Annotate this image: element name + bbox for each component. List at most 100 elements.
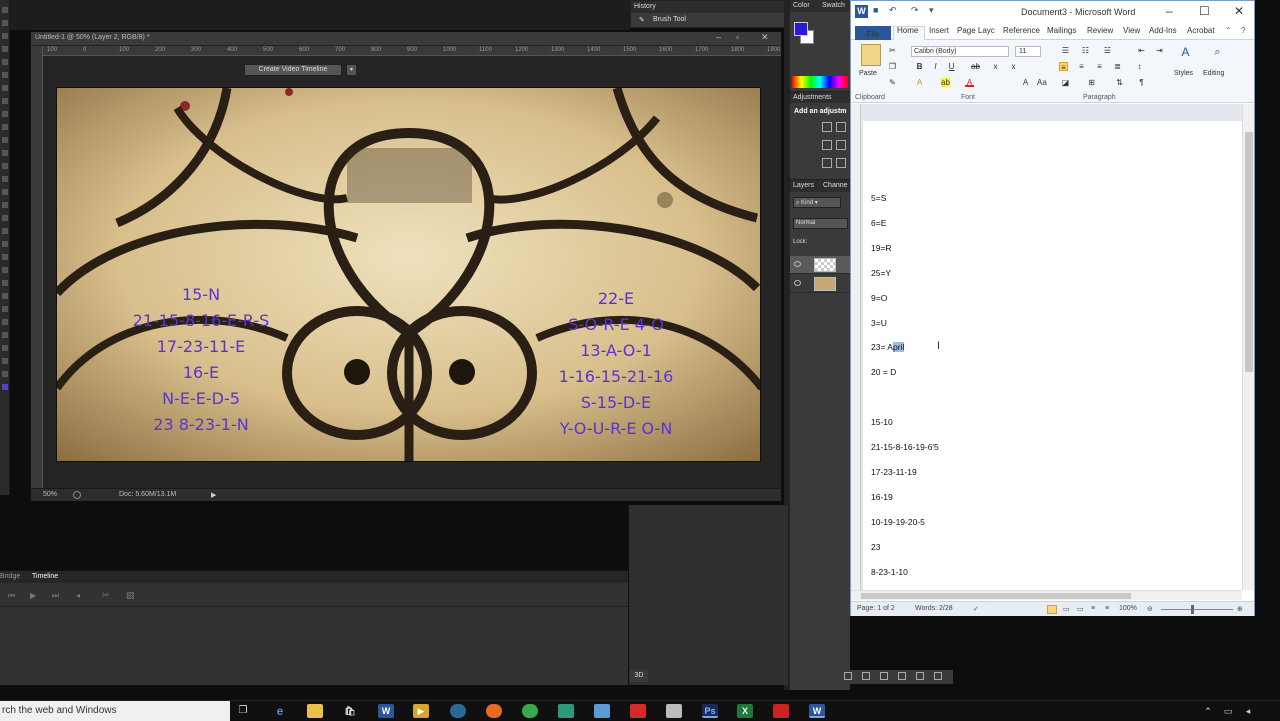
scissors-icon[interactable]: ✂ — [102, 590, 110, 601]
minimize-icon[interactable]: – — [716, 32, 721, 42]
proofing-icon[interactable]: ✓ — [973, 605, 979, 613]
shading-icon[interactable]: ◪ — [1061, 78, 1070, 87]
tool-icon[interactable] — [2, 371, 8, 377]
styles-label[interactable]: Styles — [1174, 70, 1193, 77]
hue-icon[interactable] — [822, 140, 832, 150]
tool-icon[interactable] — [2, 163, 8, 169]
tool-icon[interactable] — [2, 176, 8, 182]
tab-add-ins[interactable]: Add-Ins — [1149, 26, 1177, 35]
paste-icon[interactable] — [861, 44, 881, 66]
fx-icon[interactable] — [862, 672, 870, 680]
mask-icon[interactable] — [880, 672, 888, 680]
zoom-slider[interactable] — [1161, 609, 1233, 610]
tool-icon[interactable] — [2, 189, 8, 195]
new-group-icon[interactable] — [916, 672, 924, 680]
tool-icon[interactable] — [2, 46, 8, 52]
excel-icon[interactable]: X — [737, 704, 753, 718]
tray-up-icon[interactable]: ⌃ — [1200, 704, 1216, 718]
tab-view[interactable]: View — [1123, 26, 1140, 35]
record-icon[interactable] — [630, 704, 646, 718]
blend-mode-select[interactable]: Normal — [793, 218, 848, 229]
tool-icon[interactable] — [2, 384, 8, 390]
line-spacing-icon[interactable]: ↕ — [1135, 62, 1144, 71]
tool-icon[interactable] — [2, 345, 8, 351]
tool-icon[interactable] — [2, 254, 8, 260]
multilevel-list-icon[interactable]: ☱ — [1103, 46, 1112, 55]
tool-icon[interactable] — [2, 7, 8, 13]
edge-icon[interactable]: e — [272, 704, 288, 718]
tool-icon[interactable] — [2, 85, 8, 91]
tab-color[interactable]: Color — [793, 2, 810, 9]
audio-icon[interactable]: ◂ — [76, 591, 80, 600]
tab-layers[interactable]: Layers — [793, 182, 814, 189]
zoom-percent[interactable]: 100% — [1119, 605, 1137, 612]
draft-icon[interactable]: ≡ — [1105, 605, 1109, 612]
network-app-icon[interactable] — [450, 704, 466, 718]
word-taskbar-icon[interactable]: W — [378, 704, 394, 718]
history-item[interactable]: Brush Tool — [653, 16, 686, 23]
word-active-taskbar-icon[interactable]: W — [809, 704, 825, 718]
subscript-icon[interactable]: x — [991, 62, 1000, 71]
borders-icon[interactable]: ⊞ — [1087, 78, 1096, 87]
close-icon[interactable]: ✕ — [761, 32, 769, 43]
tool-icon[interactable] — [2, 293, 8, 299]
save-icon[interactable]: ■ — [873, 5, 878, 15]
sort-icon[interactable]: ⇅ — [1115, 78, 1124, 87]
web-layout-icon[interactable]: ▭ — [1077, 605, 1084, 613]
new-layer-icon[interactable] — [934, 672, 942, 680]
layer-row-layer-2[interactable] — [790, 256, 850, 274]
word-count[interactable]: Words: 2/28 — [915, 605, 953, 612]
timeline-dropdown-icon[interactable]: ▾ — [346, 64, 357, 76]
text-effects-icon[interactable]: A — [915, 78, 924, 87]
collapse-ribbon-icon[interactable]: ⌃ — [1225, 26, 1232, 35]
tool-icon[interactable] — [2, 72, 8, 78]
history-panel-title[interactable]: History — [631, 1, 784, 13]
tool-icon[interactable] — [2, 150, 8, 156]
tool-icon[interactable] — [2, 124, 8, 130]
vertical-scrollbar[interactable] — [1242, 104, 1254, 590]
store-icon[interactable]: 🛍 — [342, 704, 358, 718]
change-case-icon[interactable]: Aa — [1037, 78, 1047, 87]
font-color-icon[interactable]: A — [965, 78, 974, 87]
full-screen-icon[interactable]: ▭ — [1063, 605, 1070, 613]
tab-bridge[interactable]: Bridge — [0, 573, 20, 580]
zoom-out-icon[interactable]: ⊖ — [1147, 605, 1153, 613]
tool-icon[interactable] — [2, 319, 8, 325]
maximize-icon[interactable]: ☐ — [1199, 4, 1210, 18]
volume-icon[interactable]: ◂ — [1240, 704, 1256, 718]
tab-insert[interactable]: Insert — [929, 26, 949, 35]
tool-icon[interactable] — [2, 306, 8, 312]
help-icon[interactable]: ? — [1241, 26, 1245, 35]
customize-qat-icon[interactable]: ▾ — [929, 5, 934, 16]
tool-icon[interactable] — [2, 33, 8, 39]
firefox-icon[interactable] — [486, 704, 502, 718]
info-icon[interactable] — [73, 491, 81, 499]
align-right-icon[interactable]: ≡ — [1095, 62, 1104, 71]
outline-icon[interactable]: ≡ — [1091, 605, 1095, 612]
network-icon[interactable]: ▭ — [1220, 704, 1236, 718]
grow-font-icon[interactable]: A — [1021, 78, 1030, 87]
tool-icon[interactable] — [2, 215, 8, 221]
undo-icon[interactable]: ↶ — [889, 5, 897, 16]
paint-icon[interactable] — [594, 704, 610, 718]
transition-icon[interactable]: ▨ — [126, 590, 135, 601]
horizontal-scrollbar[interactable] — [851, 590, 1242, 600]
print-layout-icon[interactable] — [1047, 605, 1057, 614]
create-video-timeline-button[interactable]: Create Video Timeline — [244, 64, 342, 76]
bullets-icon[interactable]: ☰ — [1061, 46, 1070, 55]
chrome-icon[interactable] — [522, 704, 538, 718]
acrobat-icon[interactable] — [773, 704, 789, 718]
highlight-icon[interactable]: ab — [941, 78, 950, 87]
zoom-level[interactable]: 50% — [43, 491, 57, 498]
file-explorer-icon[interactable] — [307, 704, 323, 718]
invert-icon[interactable] — [822, 158, 832, 168]
layer-filter-kind[interactable]: ⌕ Kind ▾ — [793, 197, 841, 208]
next-frame-icon[interactable]: ⏭ — [52, 591, 59, 601]
tab-mailings[interactable]: Mailings — [1047, 26, 1076, 35]
photoshop-taskbar-icon[interactable]: Ps — [702, 704, 718, 718]
link-layers-icon[interactable] — [844, 672, 852, 680]
tab-page-layout[interactable]: Page Layc — [957, 26, 995, 35]
tool-icon[interactable] — [2, 267, 8, 273]
minimize-icon[interactable]: – — [1166, 4, 1173, 18]
bold-icon[interactable]: B — [915, 62, 924, 71]
